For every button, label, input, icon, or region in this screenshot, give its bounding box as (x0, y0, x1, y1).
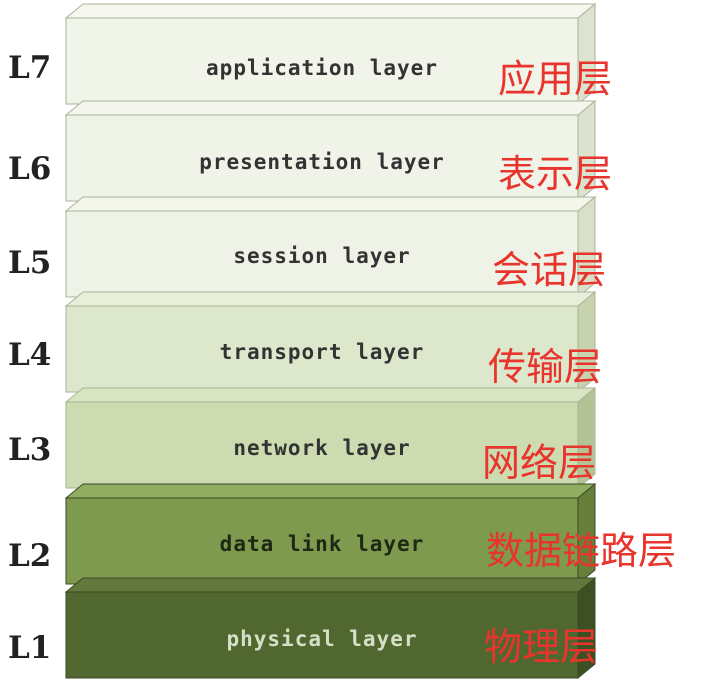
layer-block-l2: data link layer 数据链路层 (64, 482, 676, 586)
level-label-l6: L6 (8, 151, 52, 187)
block-top-face (64, 3, 597, 19)
level-label-l7: L7 (8, 50, 52, 86)
level-label-l2: L2 (8, 538, 52, 574)
level-label-l5: L5 (8, 245, 52, 281)
block-top-face (64, 196, 597, 212)
layer-block-l3: network layer 网络层 (64, 386, 611, 490)
layer-name-zh: 数据链路层 (486, 529, 677, 573)
layer-name-zh: 会话层 (492, 248, 607, 292)
block-top-face (64, 387, 597, 403)
layer-name-zh: 网络层 (482, 441, 597, 485)
osi-layer-stack: L7 application layer 应用层 L6 presentation lay… (0, 0, 702, 690)
block-top-face (64, 291, 597, 307)
level-label-l4: L4 (8, 337, 52, 373)
layer-name-zh: 物理层 (484, 625, 599, 669)
layer-block-l6: presentation layer 表示层 (64, 99, 613, 203)
layer-name-zh: 应用层 (498, 57, 613, 101)
layer-name-zh: 传输层 (488, 345, 603, 389)
block-top-face (64, 577, 597, 593)
block-top-face (64, 483, 597, 499)
level-label-l3: L3 (8, 432, 52, 468)
layer-block-l1: physical layer 物理层 (64, 576, 611, 680)
layer-block-l5: session layer 会话层 (64, 195, 611, 299)
level-label-l1: L1 (8, 630, 52, 666)
layer-block-l4: transport layer 传输层 (64, 290, 611, 394)
layer-block-l7: application layer 应用层 (64, 2, 613, 106)
block-top-face (64, 100, 597, 116)
layer-name-zh: 表示层 (498, 152, 613, 196)
